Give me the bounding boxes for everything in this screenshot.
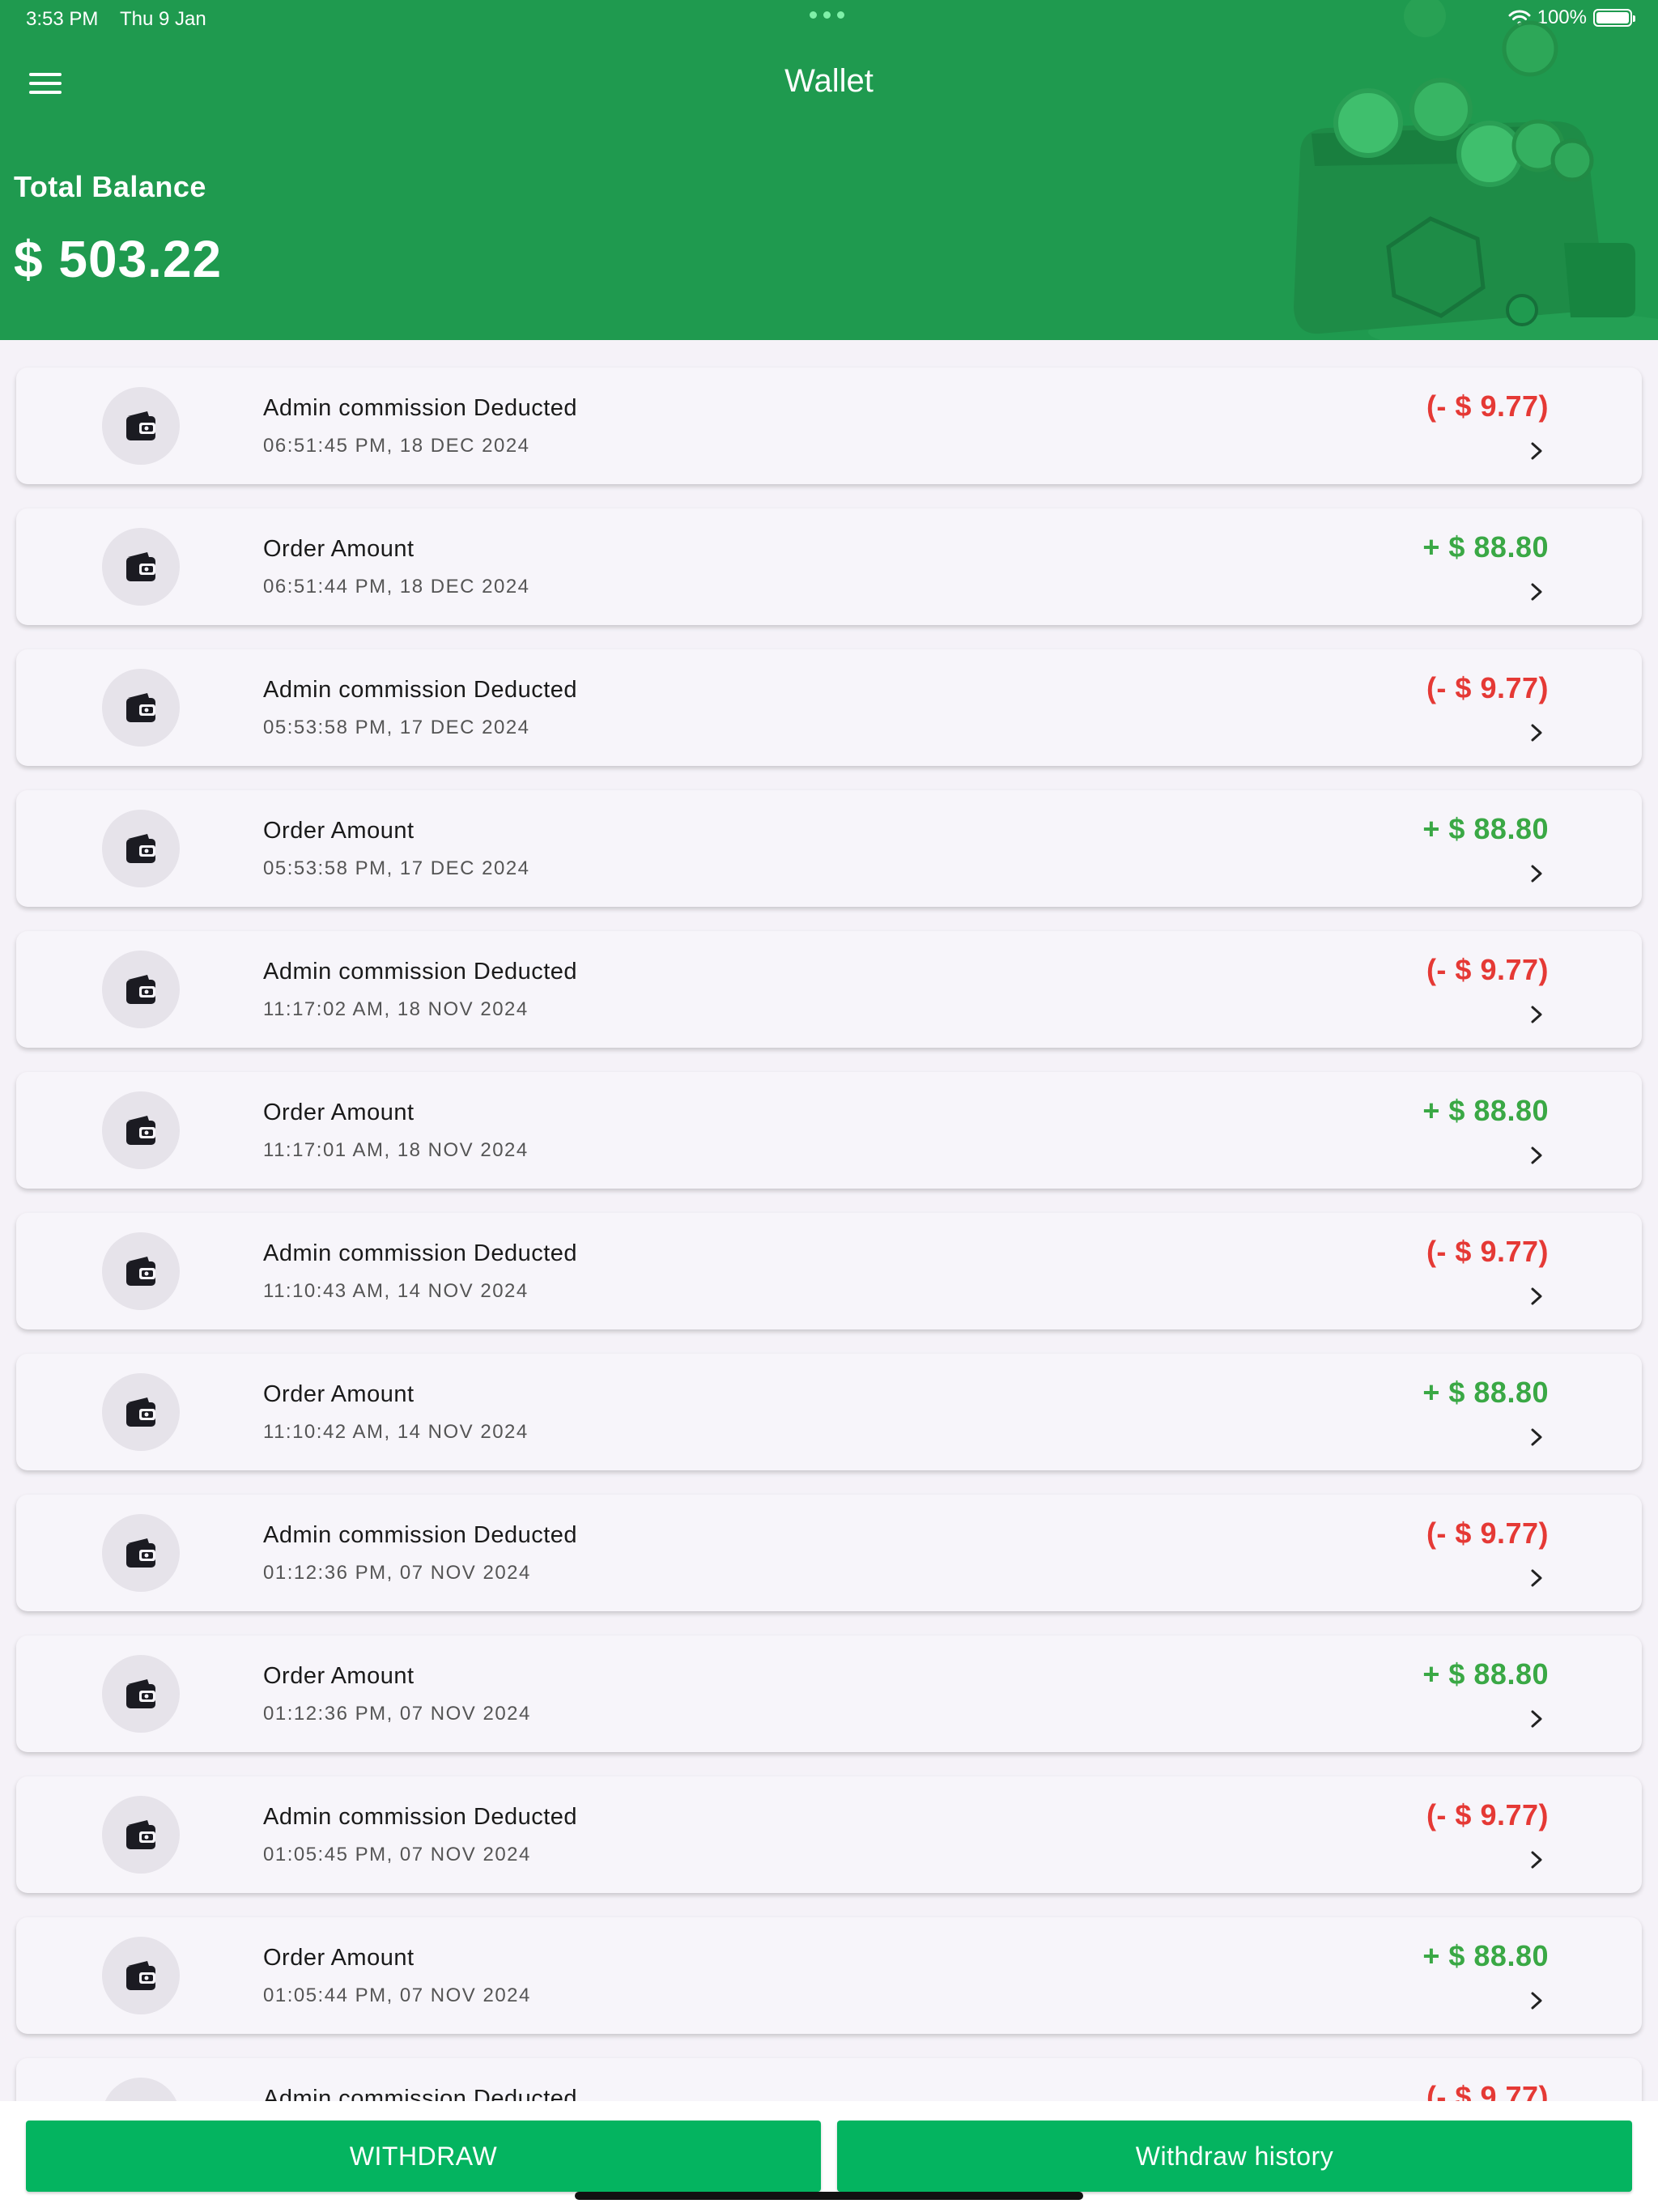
transaction-amount: (- $ 9.77) (1426, 671, 1549, 704)
wallet-icon (102, 1373, 180, 1451)
transaction-title: Admin commission Deducted (263, 395, 578, 421)
transaction-amount: + $ 88.80 (1422, 1376, 1549, 1409)
home-indicator[interactable] (575, 2192, 1083, 2200)
transaction-datetime: 05:53:58 PM, 17 DEC 2024 (263, 857, 530, 879)
transaction-title: Order Amount (263, 1945, 414, 1971)
transaction-row[interactable]: Order Amount 01:12:36 PM, 07 NOV 2024 + $ … (16, 1636, 1642, 1752)
header: 3:53 PM Thu 9 Jan 100% Wallet Total Bala… (0, 0, 1658, 340)
wallet-icon (102, 810, 180, 887)
status-date: Thu 9 Jan (120, 8, 206, 30)
transaction-datetime: 01:12:36 PM, 07 NOV 2024 (263, 1703, 531, 1725)
transaction-row[interactable]: Order Amount 01:05:44 PM, 07 NOV 2024 + $ … (16, 1917, 1642, 2034)
transaction-datetime: 11:17:02 AM, 18 NOV 2024 (263, 998, 529, 1020)
transaction-row[interactable]: Admin commission Deducted 11:17:02 AM, 18… (16, 931, 1642, 1048)
chevron-right-icon[interactable] (1524, 1848, 1549, 1872)
transaction-title: Order Amount (263, 1381, 414, 1407)
transaction-row[interactable]: Admin commission Deducted (- $ 9.77) (16, 2058, 1642, 2101)
bottom-action-bar: WITHDRAW Withdraw history (0, 2101, 1658, 2212)
withdraw-history-button[interactable]: Withdraw history (837, 2121, 1632, 2192)
transaction-row[interactable]: Admin commission Deducted 01:12:36 PM, 07… (16, 1495, 1642, 1611)
wallet-icon (102, 1091, 180, 1169)
transaction-amount: + $ 88.80 (1422, 812, 1549, 845)
transaction-datetime: 01:12:36 PM, 07 NOV 2024 (263, 1562, 531, 1584)
transaction-amount: + $ 88.80 (1422, 530, 1549, 564)
multitasking-dots-icon[interactable] (810, 11, 844, 19)
transaction-amount: (- $ 9.77) (1426, 953, 1549, 986)
transaction-row[interactable]: Admin commission Deducted 06:51:45 PM, 18… (16, 368, 1642, 484)
transaction-title: Admin commission Deducted (263, 1804, 578, 1830)
chevron-right-icon[interactable] (1524, 580, 1549, 604)
transaction-row[interactable]: Order Amount 11:10:42 AM, 14 NOV 2024 + $ … (16, 1354, 1642, 1470)
transaction-list[interactable]: Admin commission Deducted 06:51:45 PM, 18… (0, 340, 1658, 2101)
transaction-title: Order Amount (263, 818, 414, 844)
chevron-right-icon[interactable] (1524, 1989, 1549, 2013)
transaction-amount: + $ 88.80 (1422, 1939, 1549, 1972)
wallet-coins-illustration (1294, 0, 1658, 340)
transaction-datetime: 06:51:45 PM, 18 DEC 2024 (263, 435, 530, 457)
transaction-row[interactable]: Order Amount 06:51:44 PM, 18 DEC 2024 + $ … (16, 508, 1642, 625)
transaction-title: Admin commission Deducted (263, 1522, 578, 1548)
chevron-right-icon[interactable] (1524, 1566, 1549, 1590)
transaction-row[interactable]: Admin commission Deducted 11:10:43 AM, 14… (16, 1213, 1642, 1329)
wallet-icon (102, 1232, 180, 1310)
transaction-amount: (- $ 9.77) (1426, 1798, 1549, 1831)
transaction-row[interactable]: Order Amount 11:17:01 AM, 18 NOV 2024 + $ … (16, 1072, 1642, 1189)
wallet-icon (102, 1937, 180, 2014)
wallet-icon (102, 1514, 180, 1592)
total-balance-value: $ 503.22 (14, 230, 223, 288)
chevron-right-icon[interactable] (1524, 1284, 1549, 1308)
wallet-icon (102, 1655, 180, 1733)
transaction-datetime: 01:05:44 PM, 07 NOV 2024 (263, 1984, 531, 2006)
transaction-amount: (- $ 9.77) (1426, 1516, 1549, 1550)
chevron-right-icon[interactable] (1524, 861, 1549, 886)
transaction-amount: (- $ 9.77) (1426, 2080, 1549, 2101)
transaction-row[interactable]: Order Amount 05:53:58 PM, 17 DEC 2024 + $ … (16, 790, 1642, 907)
chevron-right-icon[interactable] (1524, 1425, 1549, 1449)
transaction-title: Order Amount (263, 536, 414, 562)
status-time: 3:53 PM (26, 8, 99, 30)
transaction-datetime: 01:05:45 PM, 07 NOV 2024 (263, 1844, 531, 1865)
transaction-title: Admin commission Deducted (263, 677, 578, 703)
transaction-datetime: 11:10:42 AM, 14 NOV 2024 (263, 1421, 529, 1443)
transaction-datetime: 11:10:43 AM, 14 NOV 2024 (263, 1280, 529, 1302)
transaction-amount: (- $ 9.77) (1426, 1235, 1549, 1268)
transaction-title: Admin commission Deducted (263, 1240, 578, 1266)
chevron-right-icon[interactable] (1524, 1002, 1549, 1027)
chevron-right-icon[interactable] (1524, 1143, 1549, 1168)
chevron-right-icon[interactable] (1524, 721, 1549, 745)
wallet-icon (102, 1796, 180, 1874)
transaction-row[interactable]: Admin commission Deducted 01:05:45 PM, 07… (16, 1776, 1642, 1893)
transaction-title: Order Amount (263, 1100, 414, 1125)
transaction-amount: + $ 88.80 (1422, 1094, 1549, 1127)
wallet-icon (102, 387, 180, 465)
transaction-row[interactable]: Admin commission Deducted 05:53:58 PM, 17… (16, 649, 1642, 766)
wallet-icon (102, 951, 180, 1028)
wallet-screen: 3:53 PM Thu 9 Jan 100% Wallet Total Bala… (0, 0, 1658, 2212)
wallet-icon (102, 2078, 180, 2101)
total-balance-label: Total Balance (14, 170, 206, 203)
transaction-datetime: 05:53:58 PM, 17 DEC 2024 (263, 717, 530, 738)
chevron-right-icon[interactable] (1524, 439, 1549, 463)
chevron-right-icon[interactable] (1524, 1707, 1549, 1731)
transaction-title: Admin commission Deducted (263, 959, 578, 985)
transaction-title: Admin commission Deducted (263, 2086, 578, 2101)
transaction-datetime: 06:51:44 PM, 18 DEC 2024 (263, 576, 530, 598)
transaction-title: Order Amount (263, 1663, 414, 1689)
transaction-datetime: 11:17:01 AM, 18 NOV 2024 (263, 1139, 529, 1161)
transaction-amount: (- $ 9.77) (1426, 389, 1549, 423)
wallet-icon (102, 528, 180, 606)
transaction-amount: + $ 88.80 (1422, 1657, 1549, 1691)
withdraw-button[interactable]: WITHDRAW (26, 2121, 821, 2192)
wallet-icon (102, 669, 180, 747)
